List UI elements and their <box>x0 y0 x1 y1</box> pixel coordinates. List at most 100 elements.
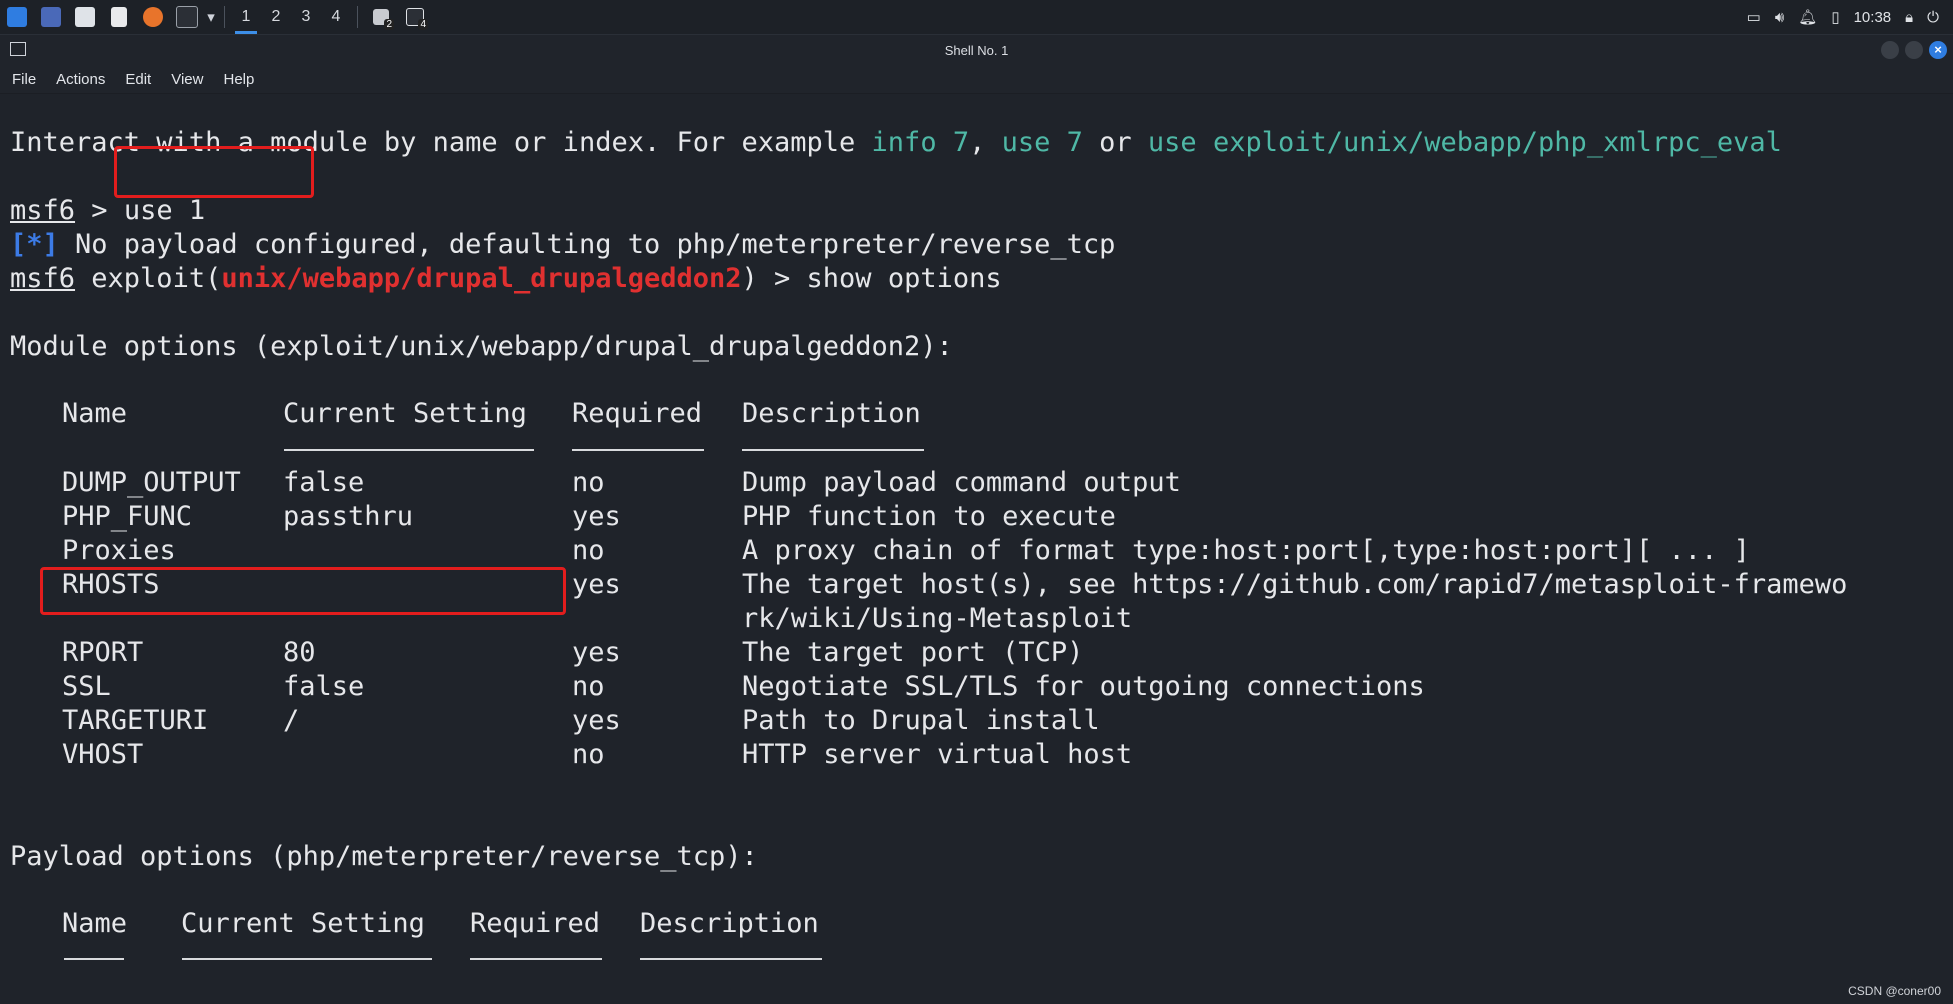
option-name: DUMP_OUTPUT <box>62 467 241 498</box>
header-underline <box>470 958 602 960</box>
file-manager-icon[interactable] <box>68 0 102 34</box>
option-description: The target host(s), see https://github.c… <box>742 569 1848 600</box>
option-name: SSL <box>62 671 111 702</box>
volume-icon[interactable]: 🔊︎ <box>1775 9 1784 26</box>
header-description: Description <box>742 398 921 429</box>
hint-separator: , <box>969 127 1002 158</box>
header-underline <box>572 449 704 451</box>
command-use-line: msf6 > use 1 <box>10 194 205 228</box>
notification-bell-icon[interactable]: 🔔︎ <box>1798 8 1817 26</box>
option-required: yes <box>572 705 621 736</box>
exploit-module-name: unix/webapp/drupal_drupalgeddon2 <box>221 263 742 294</box>
info-tag: [*] <box>10 229 59 260</box>
option-current: passthru <box>283 501 414 532</box>
option-description: HTTP server virtual host <box>742 739 1133 770</box>
clock[interactable]: 10:38 <box>1854 9 1892 26</box>
option-current: 80 <box>283 637 316 668</box>
show-options-command: ) > show options <box>741 263 1002 294</box>
minimize-button[interactable] <box>1881 41 1899 59</box>
option-current: false <box>283 671 365 702</box>
watermark: CSDN @coner00 <box>1848 984 1941 998</box>
module-options-header: Name Current Setting Required Descriptio… <box>0 398 1953 432</box>
menu-bar: File Actions Edit View Help <box>0 65 1953 93</box>
menu-view[interactable]: View <box>163 71 211 88</box>
workspace-2[interactable]: 2 <box>261 0 291 34</box>
workspace-4[interactable]: 4 <box>321 0 351 34</box>
option-name: VHOST <box>62 739 144 770</box>
power-icon[interactable]: ⏻ <box>1927 9 1939 26</box>
header-current-setting: Current Setting <box>181 908 425 939</box>
menu-edit[interactable]: Edit <box>117 71 159 88</box>
hint-info-command: info 7 <box>871 127 970 158</box>
header-name: Name <box>62 908 128 939</box>
lock-icon[interactable]: 🔒︎ <box>1905 9 1913 26</box>
header-current-setting: Current Setting <box>283 398 527 429</box>
chevron-down-icon[interactable]: ▾ <box>204 0 218 34</box>
hint-exploit-command: use exploit/unix/webapp/php_xmlrpc_eval <box>1147 127 1782 158</box>
battery-icon[interactable]: ▯ <box>1831 8 1839 26</box>
kali-menu-icon[interactable] <box>0 0 34 34</box>
use-command: use 1 <box>123 195 206 226</box>
task-app-icon[interactable]: 2 <box>364 0 398 34</box>
terminal-output[interactable]: Interact with a module by name or index.… <box>0 94 1953 1004</box>
option-name: TARGETURI <box>62 705 209 736</box>
menu-file[interactable]: File <box>4 71 44 88</box>
option-required: no <box>572 467 605 498</box>
option-required: yes <box>572 501 621 532</box>
payload-options-title: Payload options (php/meterpreter/reverse… <box>10 841 758 872</box>
terminal-icon[interactable] <box>170 0 204 34</box>
option-name: RPORT <box>62 637 144 668</box>
highlight-rhosts <box>40 567 566 615</box>
header-underline <box>182 958 432 960</box>
option-description: Negotiate SSL/TLS for outgoing connectio… <box>742 671 1425 702</box>
option-description-wrap: rk/wiki/Using-Metasploit <box>742 603 1133 634</box>
workspace-3[interactable]: 3 <box>291 0 321 34</box>
option-required: no <box>572 535 605 566</box>
option-current: false <box>283 467 365 498</box>
msf-prompt: msf6 <box>10 263 76 294</box>
firefox-icon[interactable] <box>136 0 170 34</box>
show-options-line: msf6 exploit(unix/webapp/drupal_drupalge… <box>10 262 1002 296</box>
menu-actions[interactable]: Actions <box>48 71 113 88</box>
exploit-prefix: exploit( <box>75 263 222 294</box>
info-line: [*] No payload configured, defaulting to… <box>10 228 1115 262</box>
task-terminal-icon[interactable]: 4 <box>398 0 432 34</box>
hint-use-command: use 7 <box>1001 127 1083 158</box>
panel-separator <box>224 6 225 28</box>
option-description: A proxy chain of format type:host:port[,… <box>742 535 1750 566</box>
desktop-icon[interactable] <box>34 0 68 34</box>
header-underline <box>742 449 924 451</box>
display-icon[interactable]: ▭ <box>1747 8 1761 26</box>
system-tray: ▭ 🔊︎ 🔔︎ ▯ 10:38 🔒︎ ⏻ <box>1747 0 1953 34</box>
task-badge: 2 <box>384 19 394 30</box>
option-name: Proxies <box>62 535 176 566</box>
hint-or: or <box>1082 127 1148 158</box>
prompt-separator: > <box>75 195 124 226</box>
header-underline <box>284 449 534 451</box>
system-panel: ▾ 1 2 3 4 2 4 ▭ 🔊︎ 🔔︎ ▯ 10:38 🔒︎ ⏻ <box>0 0 1953 35</box>
text-editor-icon[interactable] <box>102 0 136 34</box>
module-options-title: Module options (exploit/unix/webapp/drup… <box>10 331 953 362</box>
header-required: Required <box>470 908 601 939</box>
header-description: Description <box>640 908 819 939</box>
maximize-button[interactable] <box>1905 41 1923 59</box>
panel-separator <box>357 6 358 28</box>
close-button[interactable]: × <box>1929 41 1947 59</box>
header-underline <box>64 958 124 960</box>
menu-help[interactable]: Help <box>215 71 262 88</box>
option-required: no <box>572 739 605 770</box>
workspace-1[interactable]: 1 <box>231 0 261 34</box>
info-message: No payload configured, defaulting to php… <box>58 229 1116 260</box>
msf-prompt: msf6 <box>10 195 76 226</box>
header-required: Required <box>572 398 703 429</box>
option-required: yes <box>572 637 621 668</box>
option-current: / <box>283 705 300 736</box>
task-badge: 4 <box>418 19 428 30</box>
header-underline <box>640 958 822 960</box>
option-name: PHP_FUNC <box>62 501 193 532</box>
option-required: no <box>572 671 605 702</box>
window-titlebar: Shell No. 1 × <box>0 35 1953 65</box>
option-description: Path to Drupal install <box>742 705 1100 736</box>
option-description: The target port (TCP) <box>742 637 1084 668</box>
option-description: Dump payload command output <box>742 467 1181 498</box>
